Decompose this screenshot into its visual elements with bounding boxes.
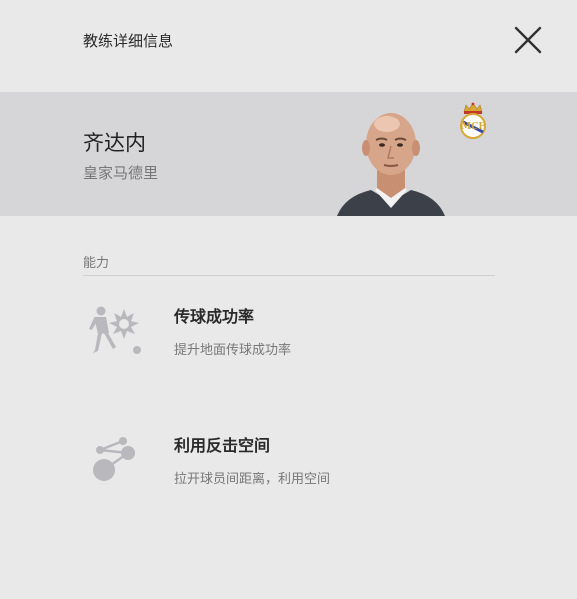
- dialog-title: 教练详细信息: [83, 32, 174, 50]
- coach-name: 齐达内: [83, 131, 146, 155]
- section-divider: [83, 275, 495, 276]
- ability-description: 拉开球员间距离，利用空间: [174, 472, 331, 487]
- counter-attack-space-icon: [93, 437, 135, 481]
- dialog-header: 教练详细信息: [0, 0, 577, 92]
- ability-title: 利用反击空间: [174, 436, 271, 455]
- svg-text:MCF: MCF: [461, 122, 485, 132]
- ability-description: 提升地面传球成功率: [174, 343, 292, 358]
- close-icon: [514, 26, 542, 54]
- player-passing-icon: [89, 306, 141, 354]
- coach-portrait: [337, 113, 445, 216]
- close-button[interactable]: [508, 20, 548, 60]
- real-madrid-crest-icon: MCF: [460, 102, 486, 139]
- ability-title: 传球成功率: [174, 307, 255, 326]
- club-name: 皇家马德里: [83, 164, 159, 182]
- abilities-section-label: 能力: [83, 256, 110, 271]
- coach-summary: 齐达内 皇家马德里 MCF: [0, 92, 577, 216]
